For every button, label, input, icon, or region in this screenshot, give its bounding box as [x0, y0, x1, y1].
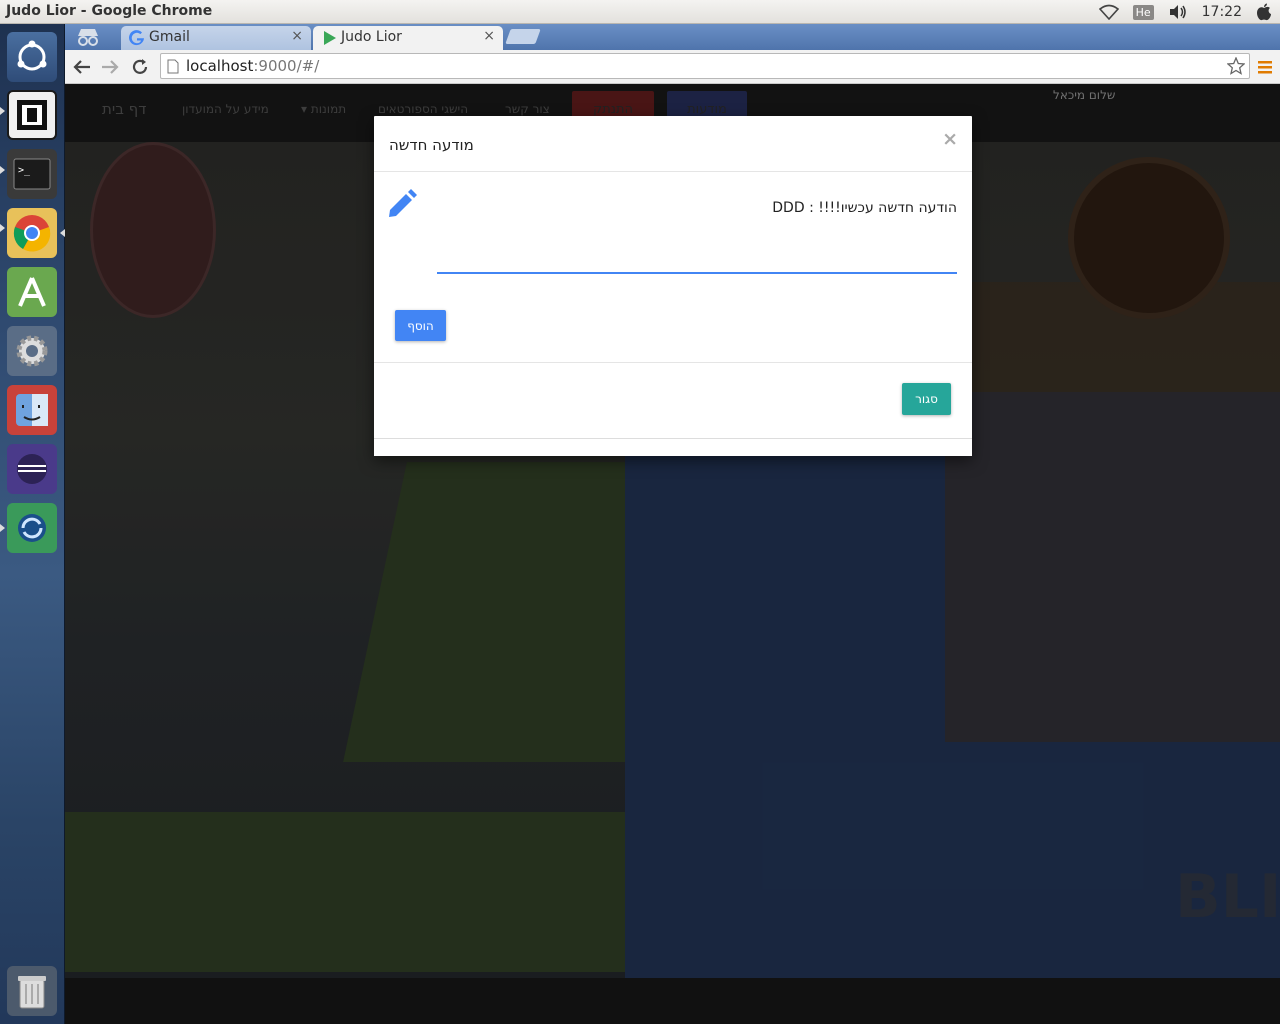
- window-title: Judo Lior - Google Chrome: [6, 3, 213, 19]
- tab-close-icon[interactable]: ×: [291, 28, 303, 44]
- clock[interactable]: 17:22: [1202, 4, 1242, 20]
- reload-button[interactable]: [128, 55, 152, 79]
- add-button[interactable]: הוסף: [395, 310, 446, 341]
- android-studio-icon[interactable]: [7, 267, 57, 317]
- url-path: :9000/#/: [253, 57, 320, 75]
- tab-gmail[interactable]: Gmail ×: [121, 26, 311, 50]
- forward-arrow-icon: [102, 60, 119, 74]
- browser-toolbar: localhost:9000/#/: [65, 50, 1280, 84]
- svg-text:>_: >_: [18, 165, 31, 176]
- modal-bottom-strip: [374, 438, 972, 456]
- pencil-icon: [389, 189, 417, 217]
- new-tab-button[interactable]: [505, 29, 541, 44]
- forward-button[interactable]: [98, 55, 122, 79]
- tab-close-icon[interactable]: ×: [483, 28, 495, 44]
- incognito-icon: [78, 29, 98, 46]
- modal-close-icon[interactable]: ×: [942, 128, 958, 150]
- unity-launcher: >_: [0, 24, 65, 1024]
- new-notice-modal: מודעה חדשה × הודעה חדשה עכשיו!!!! : DDD …: [374, 116, 972, 456]
- volume-icon[interactable]: [1168, 4, 1188, 20]
- settings-icon[interactable]: [7, 326, 57, 376]
- back-button[interactable]: [70, 55, 94, 79]
- back-arrow-icon: [73, 60, 90, 74]
- terminal-icon[interactable]: >_: [7, 149, 57, 199]
- modal-title: מודעה חדשה: [389, 136, 474, 154]
- sync-icon[interactable]: [7, 503, 57, 553]
- keyboard-layout-indicator[interactable]: He: [1132, 4, 1154, 20]
- modal-header: מודעה חדשה ×: [374, 116, 972, 172]
- tab-strip: Gmail × Judo Lior ×: [65, 24, 1280, 50]
- address-bar[interactable]: localhost:9000/#/: [160, 53, 1250, 79]
- reload-icon: [132, 59, 148, 74]
- running-indicator: [0, 107, 5, 115]
- bookmark-star-icon[interactable]: [1227, 57, 1245, 75]
- chrome-icon[interactable]: [7, 208, 57, 258]
- apple-menu-icon[interactable]: [1256, 3, 1272, 21]
- top-panel: Judo Lior - Google Chrome He 17:22: [0, 0, 1280, 24]
- running-indicator: [0, 224, 5, 232]
- chrome-menu-button[interactable]: [1253, 55, 1277, 79]
- url-text[interactable]: localhost:9000/#/: [186, 57, 319, 75]
- tab-title: Gmail: [149, 29, 190, 45]
- page-icon: [167, 59, 179, 74]
- tab-title: Judo Lior: [341, 29, 402, 45]
- finder-icon[interactable]: [7, 385, 57, 435]
- close-button[interactable]: סגור: [902, 383, 951, 415]
- modal-footer: [374, 362, 972, 438]
- ubuntu-dash-icon[interactable]: [7, 32, 57, 82]
- notice-textarea[interactable]: הודעה חדשה עכשיו!!!! : DDD: [437, 194, 957, 274]
- running-indicator: [0, 524, 5, 532]
- play-favicon: [324, 31, 336, 45]
- wifi-icon[interactable]: [1098, 4, 1119, 20]
- tab-judo-lior[interactable]: Judo Lior ×: [313, 26, 503, 50]
- trash-icon[interactable]: [7, 966, 57, 1016]
- menu-icon: [1258, 61, 1272, 74]
- google-favicon: [129, 30, 144, 46]
- app-icon[interactable]: [7, 90, 57, 140]
- eclipse-icon[interactable]: [7, 444, 57, 494]
- system-tray: He 17:22: [1098, 2, 1272, 22]
- running-indicator: [0, 166, 5, 174]
- url-host: localhost: [186, 57, 254, 75]
